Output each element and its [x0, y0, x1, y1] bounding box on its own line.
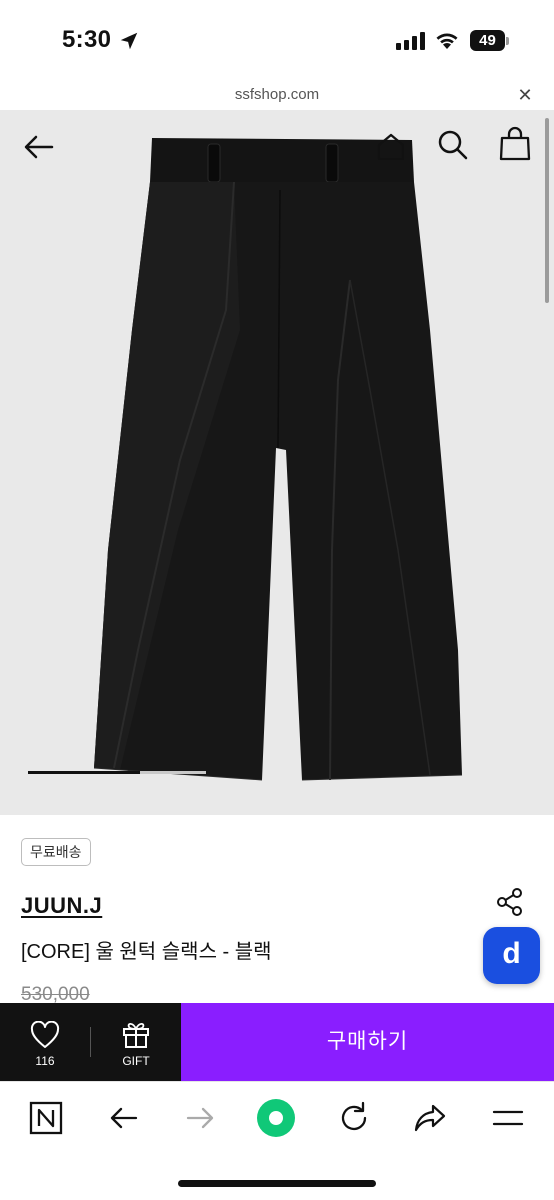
forward-icon[interactable] — [180, 1098, 220, 1138]
gallery-progress-indicator — [28, 771, 140, 774]
like-button[interactable]: 116 — [0, 1003, 90, 1081]
home-icon[interactable] — [374, 130, 408, 164]
gift-button[interactable]: GIFT — [91, 1003, 181, 1081]
shopping-bag-icon[interactable] — [498, 126, 532, 162]
search-icon[interactable] — [436, 128, 470, 162]
product-image-gallery[interactable] — [0, 110, 554, 815]
url-text[interactable]: ssfshop.com — [0, 86, 554, 103]
back-arrow-icon[interactable] — [22, 130, 56, 164]
gift-label: GIFT — [122, 1054, 150, 1068]
naver-n-icon[interactable] — [26, 1098, 66, 1138]
heart-icon — [30, 1021, 60, 1048]
gift-icon — [123, 1022, 149, 1048]
product-name: [CORE] 울 원턱 슬랙스 - 블랙 — [21, 941, 272, 963]
brand-link[interactable]: JUUN.J — [21, 893, 102, 919]
buy-now-button[interactable]: 구매하기 — [181, 1003, 554, 1081]
product-image[interactable] — [80, 130, 480, 800]
back-icon[interactable] — [104, 1098, 144, 1138]
refresh-icon[interactable] — [334, 1098, 374, 1138]
share-arrow-icon[interactable] — [410, 1098, 450, 1138]
location-arrow-icon — [120, 32, 138, 50]
battery-icon: 49 — [470, 30, 510, 52]
floating-d-button[interactable]: d — [483, 927, 540, 984]
cellular-signal-icon — [396, 32, 425, 50]
close-icon[interactable]: ✕ — [514, 84, 536, 106]
menu-icon[interactable] — [488, 1098, 528, 1138]
status-bar: 5:30 49 — [0, 0, 554, 80]
battery-level: 49 — [479, 32, 496, 49]
green-dot-icon[interactable] — [256, 1098, 296, 1138]
scrollbar[interactable] — [545, 118, 549, 303]
share-icon[interactable] — [494, 886, 526, 918]
like-count: 116 — [35, 1054, 55, 1068]
home-indicator[interactable] — [178, 1180, 376, 1187]
url-bar[interactable]: ssfshop.com ✕ — [0, 80, 554, 110]
free-shipping-badge: 무료배송 — [21, 838, 91, 866]
wifi-icon — [436, 33, 458, 49]
purchase-bar: 116 GIFT 구매하기 — [0, 1003, 554, 1081]
status-time: 5:30 — [62, 26, 112, 53]
